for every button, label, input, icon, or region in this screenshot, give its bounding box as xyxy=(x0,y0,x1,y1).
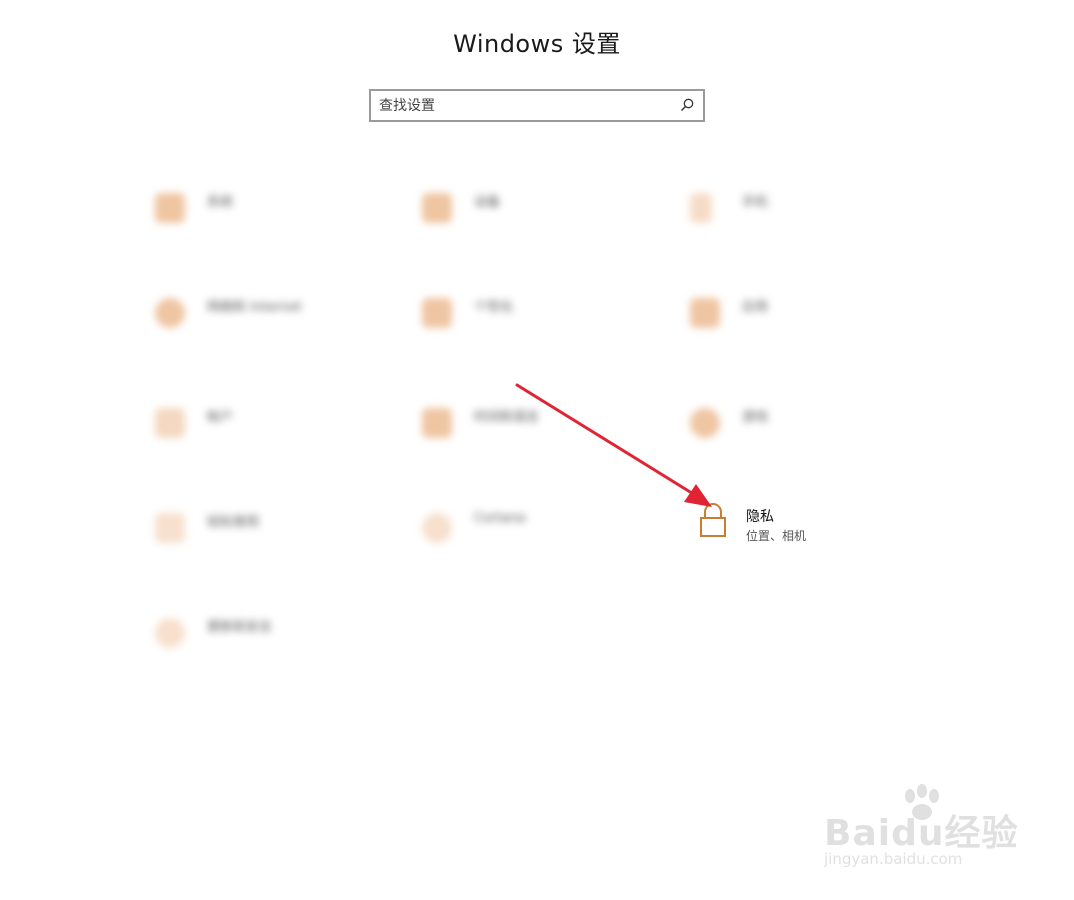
system-icon xyxy=(155,193,185,223)
category-title: 帐户 xyxy=(207,410,234,425)
category-accounts[interactable]: 帐户 xyxy=(155,400,395,470)
category-network[interactable]: 网络和 Internet xyxy=(155,290,395,360)
baidu-watermark: Baidu经验 jingyan.baidu.com xyxy=(820,782,1020,882)
phone-icon xyxy=(690,193,712,223)
category-title: 更新和安全 xyxy=(207,620,273,635)
watermark-brand: Baidu经验 xyxy=(824,813,1019,854)
category-cortana[interactable]: Cortana xyxy=(422,505,662,575)
category-title: 系统 xyxy=(207,195,234,210)
category-gaming[interactable]: 游戏 xyxy=(690,400,930,470)
xbox-icon xyxy=(690,408,720,438)
accessibility-icon xyxy=(155,513,185,543)
category-system[interactable]: 系统 xyxy=(155,185,395,255)
privacy-title: 隐私 xyxy=(746,509,774,525)
category-phone[interactable]: 手机 xyxy=(690,185,930,255)
category-title: 轻松使用 xyxy=(207,515,260,530)
category-title: 设备 xyxy=(474,195,501,210)
globe-icon xyxy=(155,298,185,328)
search-box[interactable] xyxy=(369,89,705,122)
cortana-icon xyxy=(422,513,452,543)
category-title: 网络和 Internet xyxy=(207,300,302,315)
category-time-language[interactable]: 时间和语言 xyxy=(422,400,662,470)
search-icon[interactable] xyxy=(679,97,695,113)
update-icon xyxy=(155,618,185,648)
category-title: 应用 xyxy=(742,300,769,315)
person-icon xyxy=(155,408,185,438)
devices-icon xyxy=(422,193,452,223)
category-title: 手机 xyxy=(742,195,769,210)
category-privacy[interactable]: 隐私 位置、相机 xyxy=(694,500,894,550)
clock-icon xyxy=(422,408,452,438)
category-personalization[interactable]: 个性化 xyxy=(422,290,662,360)
brush-icon xyxy=(422,298,452,328)
category-title: 个性化 xyxy=(474,300,514,315)
apps-icon xyxy=(690,298,720,328)
watermark-url: jingyan.baidu.com xyxy=(824,850,963,868)
category-title: 时间和语言 xyxy=(474,410,540,425)
category-title: 游戏 xyxy=(742,410,769,425)
page-title: Windows 设置 xyxy=(453,30,621,58)
category-update-security[interactable]: 更新和安全 xyxy=(155,610,395,680)
settings-window: Windows 设置 系统 设备 手机 网络和 Internet 个性化 应用 … xyxy=(0,0,1074,900)
privacy-subtitle: 位置、相机 xyxy=(746,529,807,543)
lock-icon xyxy=(700,503,726,537)
search-input[interactable] xyxy=(379,95,669,117)
category-ease-of-access[interactable]: 轻松使用 xyxy=(155,505,395,575)
category-title: Cortana xyxy=(474,511,526,526)
category-devices[interactable]: 设备 xyxy=(422,185,662,255)
category-apps[interactable]: 应用 xyxy=(690,290,930,360)
